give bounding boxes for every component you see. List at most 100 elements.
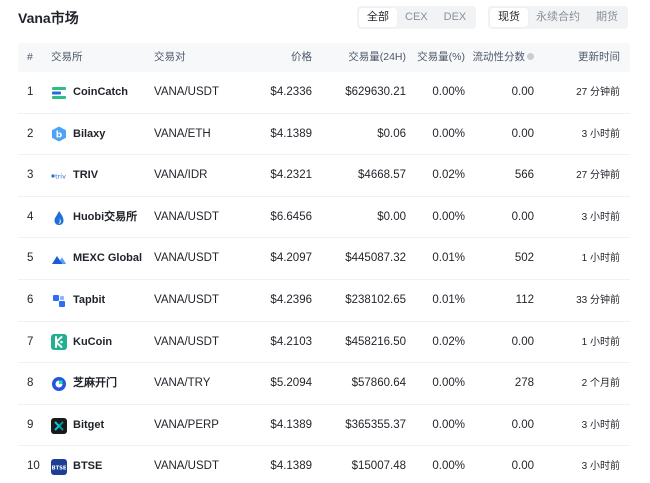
- exchange-cell[interactable]: 芝麻开门: [51, 363, 117, 405]
- exchange-name: BTSE: [73, 460, 103, 473]
- page-title: Vana市场: [18, 10, 79, 26]
- exchange-cell[interactable]: triv TRIV: [51, 155, 98, 197]
- filter-tabs: 全部 CEX DEX: [357, 6, 477, 29]
- exchange-name: Bilaxy: [73, 127, 106, 140]
- col-rank: #: [27, 51, 33, 63]
- tab-all[interactable]: 全部: [359, 8, 397, 27]
- liquidity: 502: [514, 252, 534, 265]
- volume-pct: 0.02%: [432, 335, 465, 348]
- table-header: # 交易所 交易对 价格 交易量(24H) 交易量(%) 流动性分数 更新时间: [18, 43, 630, 72]
- table-row[interactable]: 2 b Bilaxy VANA/ETH $4.1389 $0.06 0.00% …: [18, 114, 630, 156]
- volume: $238102.65: [345, 293, 406, 306]
- pair: VANA/ETH: [154, 127, 211, 140]
- price: $4.2097: [270, 252, 312, 265]
- rank: 9: [27, 418, 34, 431]
- liquidity: 0.00: [511, 210, 534, 223]
- rank: 5: [27, 252, 34, 265]
- triv-logo-text: triv: [55, 172, 66, 180]
- price: $4.1389: [270, 418, 312, 431]
- pair: VANA/TRY: [154, 377, 211, 390]
- btse-logo-text: BTSE: [52, 465, 67, 471]
- tab-futures[interactable]: 期货: [588, 8, 626, 27]
- table-row[interactable]: 8 芝麻开门 VANA/TRY $5.2094 $57860.64 0.00% …: [18, 363, 630, 405]
- volume-pct: 0.00%: [432, 86, 465, 98]
- table-row[interactable]: 1 CoinCatch VANA/USDT $4.2336 $629630.21…: [18, 72, 630, 114]
- info-icon[interactable]: [527, 52, 534, 60]
- rank: 10: [27, 460, 40, 473]
- tab-dex[interactable]: DEX: [436, 8, 475, 27]
- price: $6.6456: [270, 210, 312, 223]
- table-row[interactable]: 6 Tapbit VANA/USDT $4.2396 $238102.65 0.…: [18, 280, 630, 322]
- price: $4.2321: [270, 169, 312, 182]
- rank: 3: [27, 169, 34, 182]
- volume: $0.00: [377, 210, 406, 223]
- exchange-name: Huobi交易所: [73, 210, 138, 223]
- exchange-name: 芝麻开门: [73, 377, 117, 390]
- price: $4.2336: [270, 86, 312, 98]
- table-row[interactable]: 3 triv TRIV VANA/IDR $4.2321 $4668.57 0.…: [18, 155, 630, 197]
- pair: VANA/USDT: [154, 460, 219, 473]
- pair: VANA/IDR: [154, 169, 208, 182]
- col-exchange: 交易所: [51, 51, 83, 63]
- exchange-cell[interactable]: b Bilaxy: [51, 114, 105, 156]
- exchange-cell[interactable]: KuCoin: [51, 322, 112, 364]
- market-header: Vana市场 全部 CEX DEX 现货 永续合约 期货: [18, 0, 630, 36]
- exchange-cell[interactable]: Huobi交易所: [51, 197, 137, 239]
- table-row[interactable]: 10 BTSE BTSE VANA/USDT $4.1389 $15007.48…: [18, 446, 630, 483]
- pair: VANA/USDT: [154, 210, 219, 223]
- col-liquidity[interactable]: 流动性分数: [472, 43, 534, 72]
- updated: 27 分钟前: [576, 87, 620, 98]
- exchange-name: CoinCatch: [73, 86, 128, 98]
- col-liquidity-label: 流动性分数: [472, 51, 526, 63]
- table-row[interactable]: 4 Huobi交易所 VANA/USDT $6.6456 $0.00 0.00%…: [18, 197, 630, 239]
- col-volume[interactable]: 交易量(24H): [348, 43, 406, 72]
- markets-table: # 交易所 交易对 价格 交易量(24H) 交易量(%) 流动性分数 更新时间 …: [18, 43, 630, 483]
- price: $4.2103: [270, 335, 312, 348]
- rank: 1: [27, 86, 34, 98]
- updated: 3 小时前: [581, 461, 620, 473]
- col-pair: 交易对: [154, 51, 186, 63]
- exchange-cell[interactable]: BTSE BTSE: [51, 446, 102, 483]
- exchange-name: TRIV: [73, 169, 99, 182]
- btse-logo-icon: BTSE: [51, 459, 67, 476]
- updated: 27 分钟前: [576, 170, 620, 182]
- liquidity: 0.00: [511, 460, 534, 473]
- triv-logo-icon: triv: [51, 168, 67, 184]
- liquidity: 278: [514, 377, 534, 390]
- exchange-cell[interactable]: MEXC Global: [51, 238, 142, 280]
- updated: 2 个月前: [581, 378, 620, 390]
- col-price[interactable]: 价格: [291, 43, 312, 72]
- col-volume-pct[interactable]: 交易量(%): [417, 43, 465, 72]
- tapbit-logo-icon: [51, 293, 67, 309]
- rank: 7: [27, 335, 34, 348]
- price: $5.2094: [270, 377, 312, 390]
- exchange-cell[interactable]: Tapbit: [51, 280, 105, 322]
- table-row[interactable]: 7 KuCoin VANA/USDT $4.2103 $458216.50 0.…: [18, 322, 630, 364]
- exchange-name: Tapbit: [73, 293, 106, 306]
- exchange-cell[interactable]: Bitget: [51, 405, 104, 447]
- volume-pct: 0.00%: [432, 418, 465, 431]
- exchange-cell[interactable]: CoinCatch: [51, 72, 128, 114]
- volume: $0.06: [377, 127, 406, 140]
- liquidity: 566: [514, 169, 534, 182]
- pair: VANA/USDT: [154, 252, 219, 265]
- liquidity: 0.00: [511, 127, 534, 140]
- mexc-logo-icon: [51, 251, 67, 267]
- exchange-name: MEXC Global: [73, 252, 143, 265]
- exchange-name: Bitget: [73, 418, 105, 431]
- liquidity: 0.00: [511, 86, 534, 98]
- pair: VANA/USDT: [154, 86, 219, 98]
- volume-pct: 0.01%: [432, 252, 465, 265]
- volume: $458216.50: [345, 335, 406, 348]
- tab-perpetual[interactable]: 永续合约: [528, 8, 588, 27]
- tab-cex[interactable]: CEX: [397, 8, 436, 27]
- liquidity: 0.00: [511, 335, 534, 348]
- pair: VANA/USDT: [154, 335, 219, 348]
- tab-spot[interactable]: 现货: [490, 8, 528, 27]
- updated: 3 小时前: [581, 419, 620, 431]
- price: $4.1389: [270, 460, 312, 473]
- pair: VANA/USDT: [154, 293, 219, 306]
- volume-pct: 0.00%: [432, 460, 465, 473]
- table-row[interactable]: 9 Bitget VANA/PERP $4.1389 $365355.37 0.…: [18, 405, 630, 447]
- table-row[interactable]: 5 MEXC Global VANA/USDT $4.2097 $445087.…: [18, 238, 630, 280]
